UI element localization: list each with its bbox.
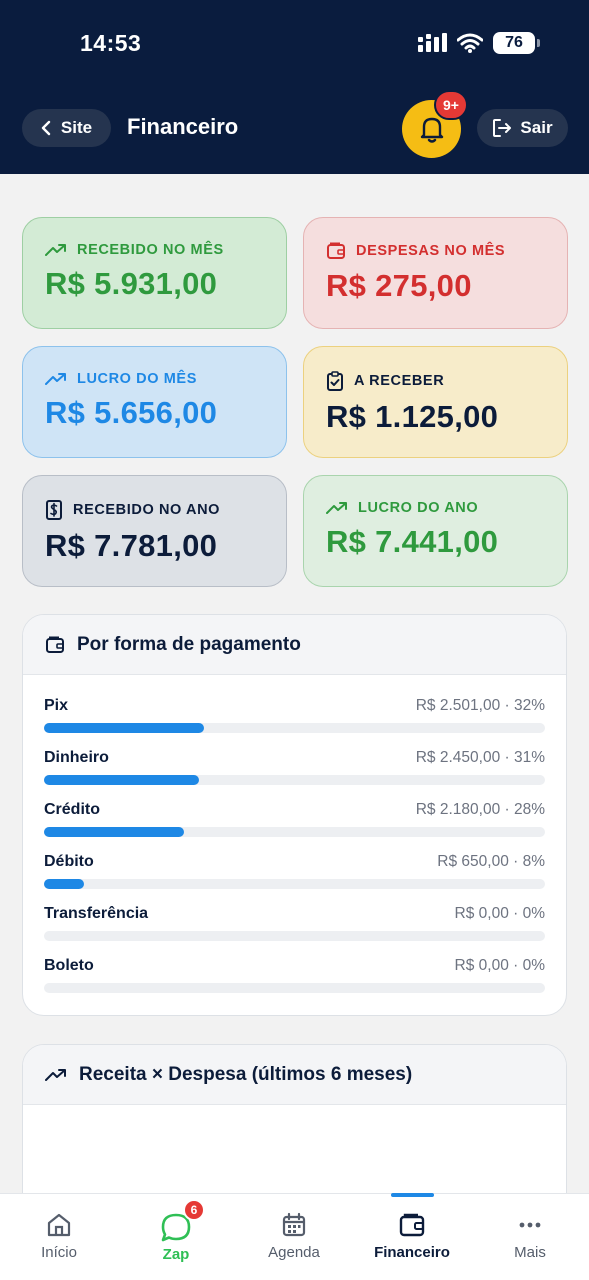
card-expenses-month: DESPESAS NO MÊS R$ 275,00 <box>303 217 568 329</box>
card-profit-year: LUCRO DO ANO R$ 7.441,00 <box>303 475 568 587</box>
card-received-year: RECEBIDO NO ANO R$ 7.781,00 <box>22 475 287 587</box>
chevron-left-icon <box>41 120 51 136</box>
card-to-receive: A RECEBER R$ 1.125,00 <box>303 346 568 458</box>
trending-up-icon <box>45 373 66 385</box>
status-icons: 76 <box>417 32 540 54</box>
wallet-icon <box>399 1213 425 1237</box>
wallet-icon <box>327 242 345 259</box>
payment-label: Crédito <box>44 801 100 818</box>
card-value: R$ 275,00 <box>326 268 472 303</box>
payment-label: Débito <box>44 853 94 870</box>
nav-label: Financeiro <box>374 1244 450 1261</box>
payment-bar-track <box>44 723 545 733</box>
payment-label: Dinheiro <box>44 749 109 766</box>
payment-value: R$ 2.501,00 · 32% <box>415 697 545 714</box>
card-label: LUCRO DO ANO <box>358 500 479 516</box>
status-time: 14:53 <box>80 30 142 56</box>
payment-bar-track <box>44 879 545 889</box>
signal-icon <box>418 33 447 52</box>
panel-header: Receita × Despesa (últimos 6 meses) <box>23 1045 566 1105</box>
nav-label: Zap <box>162 1246 190 1263</box>
battery-indicator: 76 <box>493 32 540 54</box>
top-bar: 14:53 76 Site Financeiro 9+ Sair <box>0 0 589 174</box>
exit-button-label: Sair <box>520 118 553 137</box>
card-value: R$ 5.656,00 <box>45 395 218 430</box>
bottom-navigation: Início Zap Agenda Financeiro Mais <box>0 1193 589 1280</box>
back-button-label: Site <box>60 118 93 137</box>
payment-value: R$ 650,00 · 8% <box>437 853 545 870</box>
trending-up-icon <box>326 502 347 514</box>
card-label: RECEBIDO NO ANO <box>73 502 221 518</box>
payment-bar-track <box>44 827 545 837</box>
nav-item-agenda[interactable]: Agenda <box>239 1194 349 1280</box>
payment-value: R$ 2.180,00 · 28% <box>415 801 545 818</box>
page-title: Financeiro <box>127 114 239 139</box>
payment-label: Boleto <box>44 957 94 974</box>
logout-icon <box>493 119 512 137</box>
payment-value: R$ 0,00 · 0% <box>454 905 545 922</box>
payment-bar-fill <box>44 827 185 837</box>
wallet-icon <box>46 636 64 653</box>
card-profit-month: LUCRO DO MÊS R$ 5.656,00 <box>22 346 287 458</box>
payment-bar-track <box>44 983 545 993</box>
calendar-icon <box>282 1212 306 1237</box>
card-label: DESPESAS NO MÊS <box>356 243 506 259</box>
nav-item-zap[interactable]: Zap <box>121 1194 231 1280</box>
zap-badge: 6 <box>183 1199 205 1221</box>
nav-item-financeiro[interactable]: Financeiro <box>357 1194 467 1280</box>
payment-label: Pix <box>44 697 69 714</box>
card-label: A RECEBER <box>354 373 445 389</box>
clipboard-check-icon <box>327 371 343 391</box>
exit-button[interactable]: Sair <box>477 109 568 147</box>
bell-icon <box>420 117 443 143</box>
payment-bar-track <box>44 931 545 941</box>
home-icon <box>47 1213 71 1237</box>
payment-label: Transferência <box>44 905 149 922</box>
more-dots-icon <box>519 1222 541 1228</box>
nav-item-more[interactable]: Mais <box>475 1194 585 1280</box>
panel-title: Receita × Despesa (últimos 6 meses) <box>79 1063 413 1085</box>
card-value: R$ 7.781,00 <box>45 528 218 563</box>
back-to-site-button[interactable]: Site <box>22 109 111 147</box>
payment-value: R$ 0,00 · 0% <box>454 957 545 974</box>
panel-header: Por forma de pagamento <box>23 615 566 675</box>
card-received-month: RECEBIDO NO MÊS R$ 5.931,00 <box>22 217 287 329</box>
wifi-icon <box>457 33 483 53</box>
card-value: R$ 7.441,00 <box>326 524 499 559</box>
card-label: RECEBIDO NO MÊS <box>77 242 224 258</box>
payment-bar-fill <box>44 775 200 785</box>
nav-label: Mais <box>514 1244 546 1261</box>
nav-label: Início <box>41 1244 77 1261</box>
card-value: R$ 5.931,00 <box>45 266 218 301</box>
card-value: R$ 1.125,00 <box>326 399 499 434</box>
payment-bar-fill <box>44 723 205 733</box>
payment-bar-track <box>44 775 545 785</box>
dollar-receipt-icon <box>46 500 62 520</box>
payment-method-panel: Por forma de pagamento Pix R$ 2.501,00 ·… <box>22 614 567 1016</box>
card-label: LUCRO DO MÊS <box>77 371 197 387</box>
panel-title: Por forma de pagamento <box>77 633 301 655</box>
trending-up-icon <box>45 244 66 256</box>
payment-bar-fill <box>44 879 85 889</box>
payment-value: R$ 2.450,00 · 31% <box>415 749 545 766</box>
trending-up-icon <box>45 1068 66 1081</box>
notification-badge: 9+ <box>434 90 468 120</box>
nav-item-home[interactable]: Início <box>4 1194 114 1280</box>
nav-label: Agenda <box>268 1244 320 1261</box>
